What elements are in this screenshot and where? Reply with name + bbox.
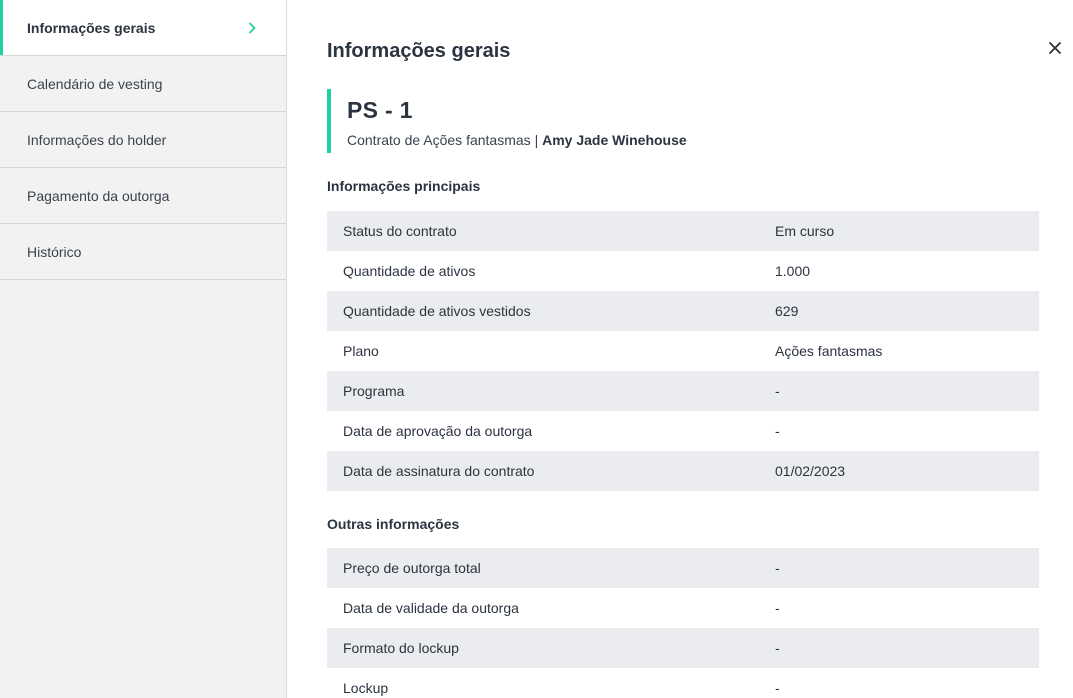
row-value: -: [775, 560, 780, 576]
row-label: Status do contrato: [343, 223, 457, 239]
main-info-table: Status do contrato Em curso Quantidade d…: [327, 211, 1039, 491]
main-panel: Informações gerais PS - 1 Contrato de Aç…: [287, 0, 1073, 698]
row-value: 629: [775, 303, 799, 319]
row-value: 01/02/2023: [775, 463, 846, 479]
table-row: Plano Ações fantasmas: [327, 331, 1039, 371]
table-row: Data de validade da outorga -: [327, 588, 1039, 628]
row-value: -: [775, 600, 780, 616]
sidebar-item-informacoes-do-holder[interactable]: Informações do holder: [0, 112, 286, 168]
contract-type: Contrato de Ações fantasmas: [347, 132, 531, 148]
contract-subtitle: Contrato de Ações fantasmas | Amy Jade W…: [347, 132, 687, 148]
row-label: Quantidade de ativos: [343, 263, 476, 279]
table-row: Preço de outorga total -: [327, 548, 1039, 588]
sidebar-item-calendario-de-vesting[interactable]: Calendário de vesting: [0, 56, 286, 112]
table-row: Lockup -: [327, 668, 1039, 698]
row-label: Quantidade de ativos vestidos: [343, 303, 531, 319]
row-value: -: [775, 640, 780, 656]
contract-holder-name: Amy Jade Winehouse: [542, 132, 687, 148]
row-label: Programa: [343, 383, 405, 399]
row-label: Formato do lockup: [343, 640, 459, 656]
table-row: Programa -: [327, 371, 1039, 411]
table-row: Status do contrato Em curso: [327, 211, 1039, 251]
row-label: Data de validade da outorga: [343, 600, 519, 616]
row-value: Em curso: [775, 223, 835, 239]
row-value: -: [775, 423, 780, 439]
row-value: -: [775, 680, 780, 696]
section-title-informacoes-principais: Informações principais: [327, 178, 481, 194]
table-row: Data de aprovação da outorga -: [327, 411, 1039, 451]
sidebar-item-label: Informações gerais: [27, 19, 156, 36]
sidebar-item-historico[interactable]: Histórico: [0, 224, 286, 280]
row-label: Data de assinatura do contrato: [343, 463, 535, 479]
sidebar-item-label: Calendário de vesting: [27, 75, 163, 92]
sidebar: Informações gerais Calendário de vesting…: [0, 0, 287, 698]
sidebar-item-label: Histórico: [27, 243, 82, 260]
row-value: 1.000: [775, 263, 811, 279]
sidebar-item-informacoes-gerais[interactable]: Informações gerais: [0, 0, 286, 56]
page-title: Informações gerais: [327, 40, 511, 62]
contract-id: PS - 1: [347, 97, 413, 123]
close-icon[interactable]: [1047, 40, 1063, 56]
section-title-outras-informacoes: Outras informações: [327, 516, 460, 532]
table-row: Quantidade de ativos 1.000: [327, 251, 1039, 291]
row-value: Ações fantasmas: [775, 343, 883, 359]
row-label: Plano: [343, 343, 379, 359]
sidebar-item-pagamento-da-outorga[interactable]: Pagamento da outorga: [0, 168, 286, 224]
contract-separator: |: [534, 132, 539, 148]
contract-header: PS - 1 Contrato de Ações fantasmas | Amy…: [327, 89, 687, 153]
row-value: -: [775, 383, 780, 399]
sidebar-item-label: Informações do holder: [27, 131, 167, 148]
row-label: Lockup: [343, 680, 389, 696]
other-info-table: Preço de outorga total - Data de validad…: [327, 548, 1039, 698]
table-row: Formato do lockup -: [327, 628, 1039, 668]
sidebar-item-label: Pagamento da outorga: [27, 187, 170, 204]
table-row: Data de assinatura do contrato 01/02/202…: [327, 451, 1039, 491]
row-label: Data de aprovação da outorga: [343, 423, 533, 439]
row-label: Preço de outorga total: [343, 560, 481, 576]
table-row: Quantidade de ativos vestidos 629: [327, 291, 1039, 331]
chevron-right-icon: [249, 22, 256, 33]
